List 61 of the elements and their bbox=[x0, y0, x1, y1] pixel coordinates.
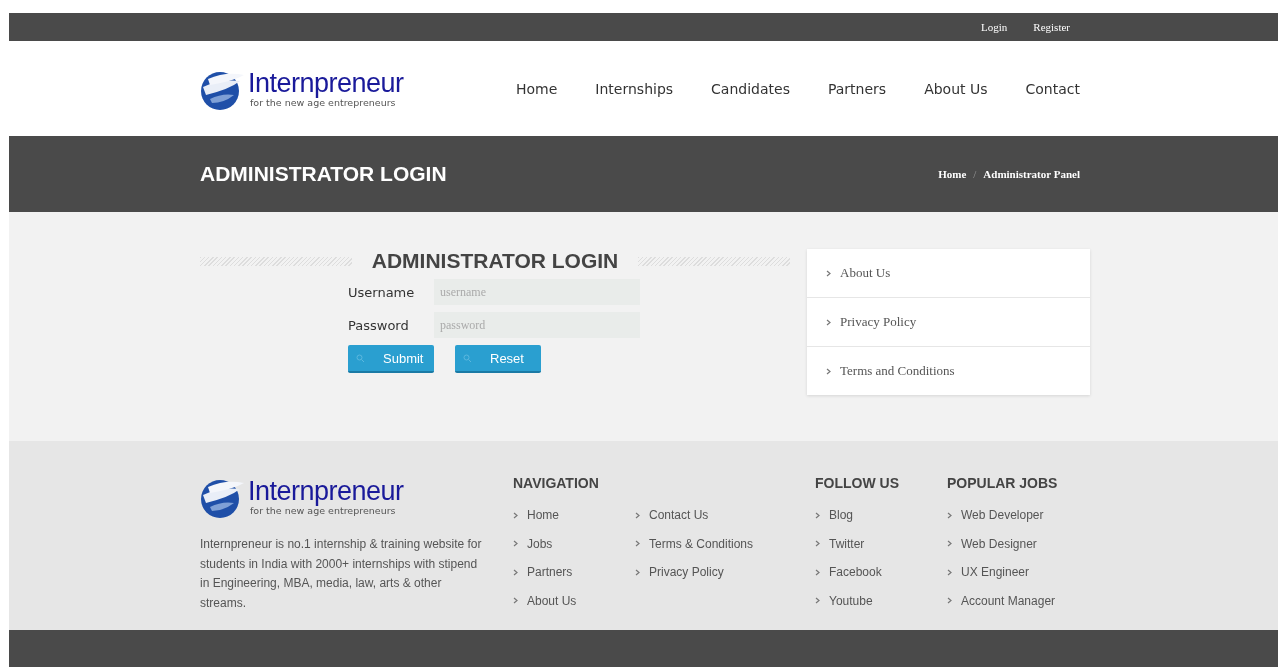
chevron-icon bbox=[947, 597, 952, 605]
footer-link[interactable]: Partners bbox=[513, 558, 635, 587]
footer-link[interactable]: Web Designer bbox=[947, 529, 1058, 558]
field-label: Password bbox=[348, 317, 410, 333]
footer-heading: NAVIGATION bbox=[513, 475, 600, 491]
top-link[interactable]: Login bbox=[981, 21, 1008, 33]
page-title: ADMINISTRATOR LOGIN bbox=[200, 162, 447, 186]
chevron-icon bbox=[513, 511, 518, 519]
nav-link[interactable]: Partners bbox=[827, 80, 887, 97]
footer-link[interactable]: UX Engineer bbox=[947, 558, 1058, 587]
footer-link[interactable]: Contact Us bbox=[635, 501, 757, 530]
footer-link[interactable]: Facebook bbox=[815, 558, 947, 587]
chevron-icon bbox=[635, 540, 640, 548]
chevron-icon bbox=[513, 540, 518, 548]
search-icon bbox=[356, 353, 365, 363]
chevron-icon bbox=[513, 568, 518, 576]
about-text: Internpreneur is no.1 internship & training website for students in India with 2000+ internships with stipend in Engineering, MBA, media, law, arts & other streams. bbox=[200, 536, 483, 612]
chevron-icon bbox=[815, 511, 820, 519]
side-menu-item[interactable]: Terms and Conditions bbox=[807, 347, 1090, 395]
nav-link[interactable]: Contact bbox=[1025, 80, 1080, 97]
footer-link[interactable]: Account Manager bbox=[947, 586, 1058, 615]
field-label: Username bbox=[348, 284, 416, 300]
footer-link[interactable]: Home bbox=[513, 501, 635, 530]
search-icon bbox=[463, 353, 472, 363]
input-field[interactable]: password bbox=[434, 312, 640, 338]
chevron-icon bbox=[947, 511, 952, 519]
footer-link[interactable]: Youtube bbox=[815, 586, 947, 615]
breadcrumb-separator: / bbox=[973, 168, 977, 180]
input-field[interactable]: username bbox=[434, 279, 640, 305]
footer-heading: POPULAR JOBS bbox=[947, 475, 1058, 491]
chevron-icon bbox=[513, 597, 518, 605]
side-menu-item[interactable]: About Us bbox=[807, 249, 1090, 298]
login-heading: ADMINISTRATOR LOGIN bbox=[371, 249, 619, 273]
chevron-icon bbox=[815, 597, 820, 605]
breadcrumb-link[interactable]: Administrator Panel bbox=[983, 168, 1080, 180]
chevron-icon bbox=[826, 318, 831, 326]
footer-link[interactable]: Jobs bbox=[513, 529, 635, 558]
top-link[interactable]: Register bbox=[1033, 21, 1070, 33]
side-menu-item[interactable]: Privacy Policy bbox=[807, 298, 1090, 347]
chevron-icon bbox=[947, 540, 952, 548]
breadcrumb-link[interactable]: Home bbox=[938, 168, 967, 180]
brand-name: Internpreneur bbox=[248, 69, 404, 97]
nav-link[interactable]: About Us bbox=[924, 80, 988, 97]
chevron-icon bbox=[815, 568, 820, 576]
footer-link[interactable]: Web Developer bbox=[947, 501, 1058, 530]
footer-heading: FOLLOW US bbox=[815, 475, 900, 491]
footer-link[interactable]: About Us bbox=[513, 586, 635, 615]
tagline: for the new age entrepreneurs bbox=[250, 505, 396, 516]
chevron-icon bbox=[815, 540, 820, 548]
chevron-icon bbox=[826, 269, 831, 277]
footer-link[interactable]: Blog bbox=[815, 501, 947, 530]
chevron-icon bbox=[826, 367, 831, 375]
footer-link[interactable]: Terms & Conditions bbox=[635, 529, 757, 558]
chevron-icon bbox=[947, 568, 952, 576]
footer-link[interactable]: Privacy Policy bbox=[635, 558, 757, 587]
nav-link[interactable]: Home bbox=[516, 80, 558, 97]
chevron-icon bbox=[635, 568, 640, 576]
chevron-icon bbox=[635, 511, 640, 519]
nav-link[interactable]: Internships bbox=[595, 80, 674, 97]
nav-link[interactable]: Candidates bbox=[711, 80, 790, 97]
footer-link[interactable]: Twitter bbox=[815, 529, 947, 558]
